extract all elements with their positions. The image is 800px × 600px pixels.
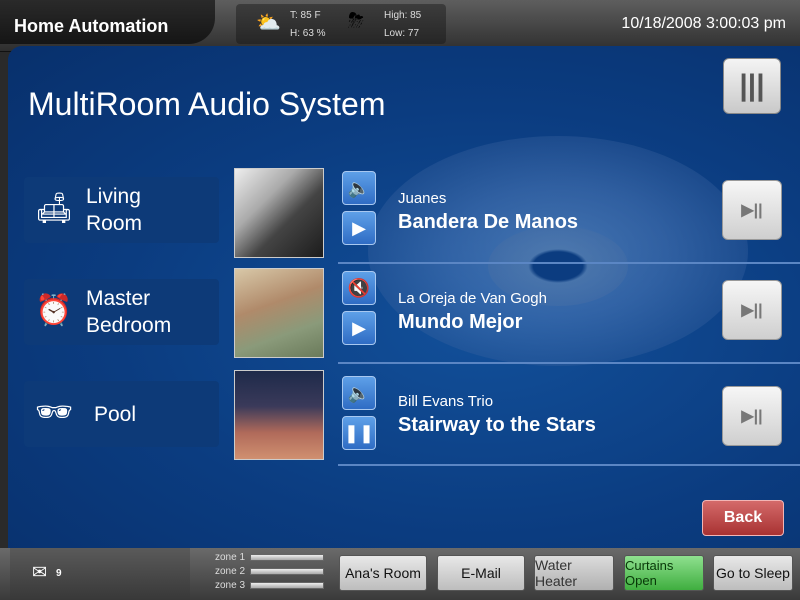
- zone-label: zone 1: [215, 552, 246, 563]
- speaker-muted-button[interactable]: 🔇: [342, 271, 376, 305]
- temperature: T: 85 F: [290, 10, 321, 21]
- row-divider: [338, 262, 800, 264]
- speaker-icon: 🔈: [347, 177, 371, 198]
- play-icon: ▶: [352, 317, 366, 338]
- play-pause-icon: ▶||: [741, 408, 763, 425]
- weather-panel: ⛅ T: 85 F H: 63 % ⛈ High: 85 Low: 77: [236, 4, 446, 44]
- song-title: Stairway to the Stars: [398, 414, 596, 436]
- zone-bar: [250, 554, 324, 561]
- main-panel: MultiRoom Audio System ||| 🛋 Living Room…: [8, 46, 800, 548]
- zone-bar: [250, 582, 324, 589]
- humidity: H: 63 %: [290, 28, 326, 39]
- zone-label: zone 3: [215, 580, 246, 591]
- speaker-icon: 🔈: [347, 382, 371, 403]
- room-pool[interactable]: 🕶 Pool: [24, 381, 219, 447]
- speaker-button[interactable]: 🔈: [342, 171, 376, 205]
- album-art-la-oreja: [234, 268, 324, 358]
- page-title: MultiRoom Audio System: [28, 86, 386, 122]
- go-to-sleep-button[interactable]: Go to Sleep: [713, 555, 793, 591]
- play-pause-button[interactable]: ▶||: [722, 386, 782, 446]
- partly-cloudy-icon: ⛅: [256, 12, 281, 34]
- menu-button[interactable]: |||: [723, 58, 781, 114]
- anas-room-button[interactable]: Ana's Room: [339, 555, 427, 591]
- pause-button[interactable]: ❚❚: [342, 416, 376, 450]
- artist-name: Bill Evans Trio: [398, 393, 494, 410]
- sunglasses-icon: 🕶: [34, 396, 74, 429]
- forecast-high: High: 85: [384, 10, 422, 21]
- row-divider: [338, 362, 800, 364]
- zone-bar: [250, 568, 324, 575]
- artist-name: Juanes: [398, 190, 447, 207]
- speaker-muted-icon: 🔇: [347, 277, 371, 298]
- armchair-icon: 🛋: [34, 192, 74, 225]
- room-label: Master Bedroom: [86, 287, 172, 337]
- alarm-clock-icon: ⏰: [35, 294, 73, 327]
- thunderstorm-icon: ⛈: [348, 10, 364, 32]
- water-heater-button[interactable]: Water Heater: [534, 555, 614, 591]
- top-bar: Home Automation ⛅ T: 85 F H: 63 % ⛈ High…: [0, 0, 800, 52]
- room-master-bedroom[interactable]: ⏰ Master Bedroom: [24, 279, 219, 345]
- play-pause-icon: ▶||: [741, 202, 763, 219]
- email-button[interactable]: E-Mail: [437, 555, 525, 591]
- forecast-low: Low: 77: [384, 28, 420, 39]
- zone-label: zone 2: [215, 566, 246, 577]
- datetime: 10/18/2008 3:00:03 pm: [621, 15, 786, 32]
- back-button[interactable]: Back: [702, 500, 784, 536]
- play-pause-button[interactable]: ▶||: [722, 180, 782, 240]
- row-divider: [338, 464, 800, 466]
- song-title: Bandera De Manos: [398, 211, 579, 233]
- artist-name: La Oreja de Van Gogh: [398, 290, 547, 307]
- play-pause-button[interactable]: ▶||: [722, 280, 782, 340]
- menu-icon: |||: [739, 69, 765, 102]
- room-label: Living Room: [86, 185, 143, 235]
- mail-count: 9: [56, 568, 62, 579]
- album-art-bill-evans: [234, 370, 324, 460]
- play-button[interactable]: ▶: [342, 211, 376, 245]
- room-label: Pool: [94, 403, 137, 426]
- song-title: Mundo Mejor: [398, 311, 523, 333]
- app-title: Home Automation: [14, 16, 169, 36]
- envelope-icon: ✉: [32, 562, 48, 582]
- play-pause-icon: ▶||: [741, 302, 763, 319]
- curtains-open-button[interactable]: Curtains Open: [624, 555, 704, 591]
- mail-indicator[interactable]: ✉ 9: [10, 548, 190, 600]
- play-button[interactable]: ▶: [342, 311, 376, 345]
- speaker-button[interactable]: 🔈: [342, 376, 376, 410]
- room-living-room[interactable]: 🛋 Living Room: [24, 177, 219, 243]
- pause-icon: ❚❚: [343, 422, 375, 443]
- album-art-juanes: [234, 168, 324, 258]
- play-icon: ▶: [352, 217, 366, 238]
